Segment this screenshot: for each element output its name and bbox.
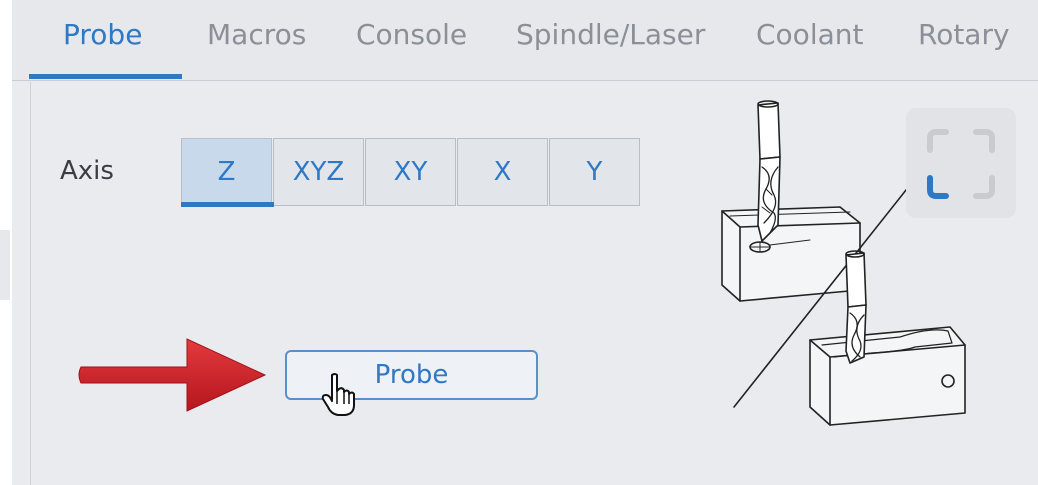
tab-probe[interactable]: Probe (63, 18, 142, 70)
fullscreen-button[interactable] (906, 108, 1016, 218)
selected-axis-indicator (181, 202, 274, 207)
hand-pointer-icon (321, 373, 355, 416)
tab-coolant[interactable]: Coolant (756, 18, 863, 70)
left-edge (0, 0, 12, 485)
axis-option-z[interactable]: Z (181, 138, 272, 206)
fullscreen-icon (927, 129, 995, 199)
arrow-right-icon (78, 338, 267, 412)
axis-option-xy[interactable]: XY (365, 138, 456, 206)
active-tab-indicator (29, 74, 182, 79)
tab-rotary[interactable]: Rotary (918, 18, 1010, 70)
tab-spindle-laser[interactable]: Spindle/Laser (516, 18, 705, 70)
axis-option-x[interactable]: X (457, 138, 548, 206)
axis-option-xyz[interactable]: XYZ (273, 138, 364, 206)
tab-macros[interactable]: Macros (207, 18, 306, 70)
tab-console[interactable]: Console (356, 18, 467, 70)
left-edge-handle (0, 230, 10, 300)
app-window: Probe Macros Console Spindle/Laser Coola… (0, 0, 1038, 485)
axis-label: Axis (60, 156, 114, 186)
axis-option-y[interactable]: Y (549, 138, 640, 206)
